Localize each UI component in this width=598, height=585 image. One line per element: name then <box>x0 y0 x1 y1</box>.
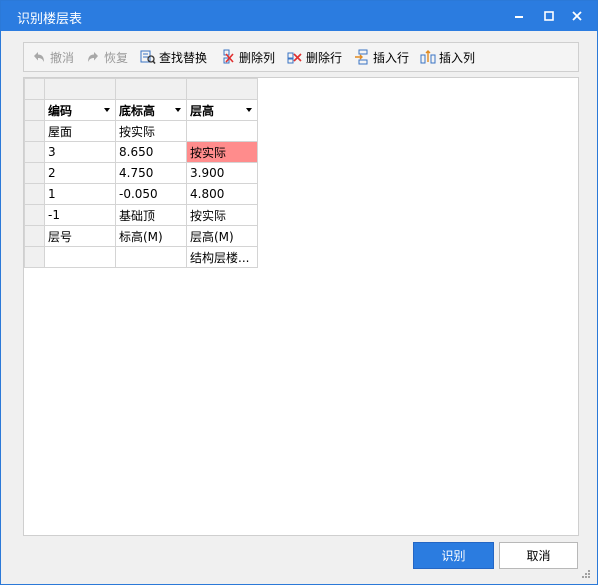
header-label: 底标高 <box>119 103 156 118</box>
table-cell[interactable]: 屋面 <box>44 120 116 142</box>
table-cell[interactable]: 层号 <box>44 225 116 247</box>
table-cell[interactable] <box>186 120 258 142</box>
delete-row-icon <box>287 49 303 65</box>
title-bar[interactable]: 识别楼层表 <box>1 1 597 31</box>
row-header[interactable] <box>24 204 45 226</box>
table-area: 编码 底标高 层高 屋面 按实际 3 8.650 按实际 2 4.750 3.9… <box>23 77 579 536</box>
row-header[interactable] <box>24 120 45 142</box>
row-header[interactable] <box>24 225 45 247</box>
row-header[interactable] <box>24 99 45 121</box>
undo-label: 撤消 <box>50 50 75 65</box>
cancel-button[interactable]: 取消 <box>499 542 578 569</box>
floor-table: 编码 底标高 层高 屋面 按实际 3 8.650 按实际 2 4.750 3.9… <box>24 78 258 268</box>
table-cell-highlighted[interactable]: 按实际 <box>186 141 258 163</box>
dialog-window: 识别楼层表 撤消 恢复 查找替换 删除列 删除行 插入行 插入列 编码 底标高 … <box>0 0 598 585</box>
insert-column-label: 插入列 <box>439 50 476 65</box>
close-icon[interactable] <box>567 6 587 26</box>
insert-column-button[interactable]: 插入列 <box>420 47 475 67</box>
toolbar: 撤消 恢复 查找替换 删除列 删除行 插入行 插入列 <box>23 42 579 72</box>
table-cell[interactable]: 基础顶 <box>115 204 187 226</box>
maximize-icon[interactable] <box>539 6 559 26</box>
delete-column-button[interactable]: 删除列 <box>220 47 275 67</box>
column-header[interactable] <box>44 78 116 100</box>
table-cell[interactable]: 标高(M) <box>115 225 187 247</box>
window-title: 识别楼层表 <box>17 12 83 27</box>
column-header[interactable] <box>186 78 258 100</box>
table-cell[interactable] <box>44 246 116 268</box>
table-cell[interactable] <box>115 246 187 268</box>
delete-row-label: 删除行 <box>306 50 343 65</box>
redo-label: 恢复 <box>104 50 129 65</box>
table-cell[interactable]: 按实际 <box>186 204 258 226</box>
delete-row-button[interactable]: 删除行 <box>287 47 342 67</box>
floor-height-header-cell[interactable]: 层高 <box>186 99 258 121</box>
undo-icon <box>31 49 47 65</box>
identify-button[interactable]: 识别 <box>413 542 494 569</box>
insert-row-label: 插入行 <box>373 50 410 65</box>
table-cell[interactable]: 3 <box>44 141 116 163</box>
dropdown-arrow-icon[interactable] <box>246 108 252 112</box>
find-replace-icon <box>140 49 156 65</box>
redo-button[interactable]: 恢复 <box>85 47 128 67</box>
table-cell[interactable]: 按实际 <box>115 120 187 142</box>
dropdown-arrow-icon[interactable] <box>104 108 110 112</box>
dropdown-arrow-icon[interactable] <box>175 108 181 112</box>
base-elevation-header-cell[interactable]: 底标高 <box>115 99 187 121</box>
table-cell[interactable]: -1 <box>44 204 116 226</box>
row-header[interactable] <box>24 183 45 205</box>
column-header[interactable] <box>115 78 187 100</box>
row-header[interactable] <box>24 162 45 184</box>
find-replace-button[interactable]: 查找替换 <box>140 47 207 67</box>
find-replace-label: 查找替换 <box>159 50 208 65</box>
insert-row-button[interactable]: 插入行 <box>354 47 409 67</box>
row-header[interactable] <box>24 141 45 163</box>
table-cell[interactable]: 4.800 <box>186 183 258 205</box>
table-row: -1 基础顶 按实际 <box>24 204 258 226</box>
table-cell[interactable]: 1 <box>44 183 116 205</box>
resize-grip-icon[interactable] <box>581 568 591 578</box>
code-header-cell[interactable]: 编码 <box>44 99 116 121</box>
table-row: 层号 标高(M) 层高(M) <box>24 225 258 247</box>
minimize-icon[interactable] <box>509 6 529 26</box>
table-row: 结构层楼... <box>24 246 258 268</box>
redo-icon <box>85 49 101 65</box>
delete-column-label: 删除列 <box>239 50 276 65</box>
table-cell[interactable]: 3.900 <box>186 162 258 184</box>
table-row: 3 8.650 按实际 <box>24 141 258 163</box>
insert-column-icon <box>420 49 436 65</box>
header-label: 编码 <box>48 103 73 118</box>
table-row: 1 -0.050 4.800 <box>24 183 258 205</box>
table-row: 屋面 按实际 <box>24 120 258 142</box>
row-header[interactable] <box>24 246 45 268</box>
table-cell[interactable]: 层高(M) <box>186 225 258 247</box>
table-cell[interactable]: -0.050 <box>115 183 187 205</box>
delete-column-icon <box>220 49 236 65</box>
corner-cell[interactable] <box>24 78 45 100</box>
insert-row-icon <box>354 49 370 65</box>
column-header-row <box>24 78 258 100</box>
table-cell[interactable]: 结构层楼... <box>186 246 258 268</box>
table-cell[interactable]: 2 <box>44 162 116 184</box>
table-cell[interactable]: 8.650 <box>115 141 187 163</box>
header-label: 层高 <box>190 103 215 118</box>
undo-button[interactable]: 撤消 <box>31 47 74 67</box>
table-row: 2 4.750 3.900 <box>24 162 258 184</box>
header-row: 编码 底标高 层高 <box>24 99 258 121</box>
table-cell[interactable]: 4.750 <box>115 162 187 184</box>
